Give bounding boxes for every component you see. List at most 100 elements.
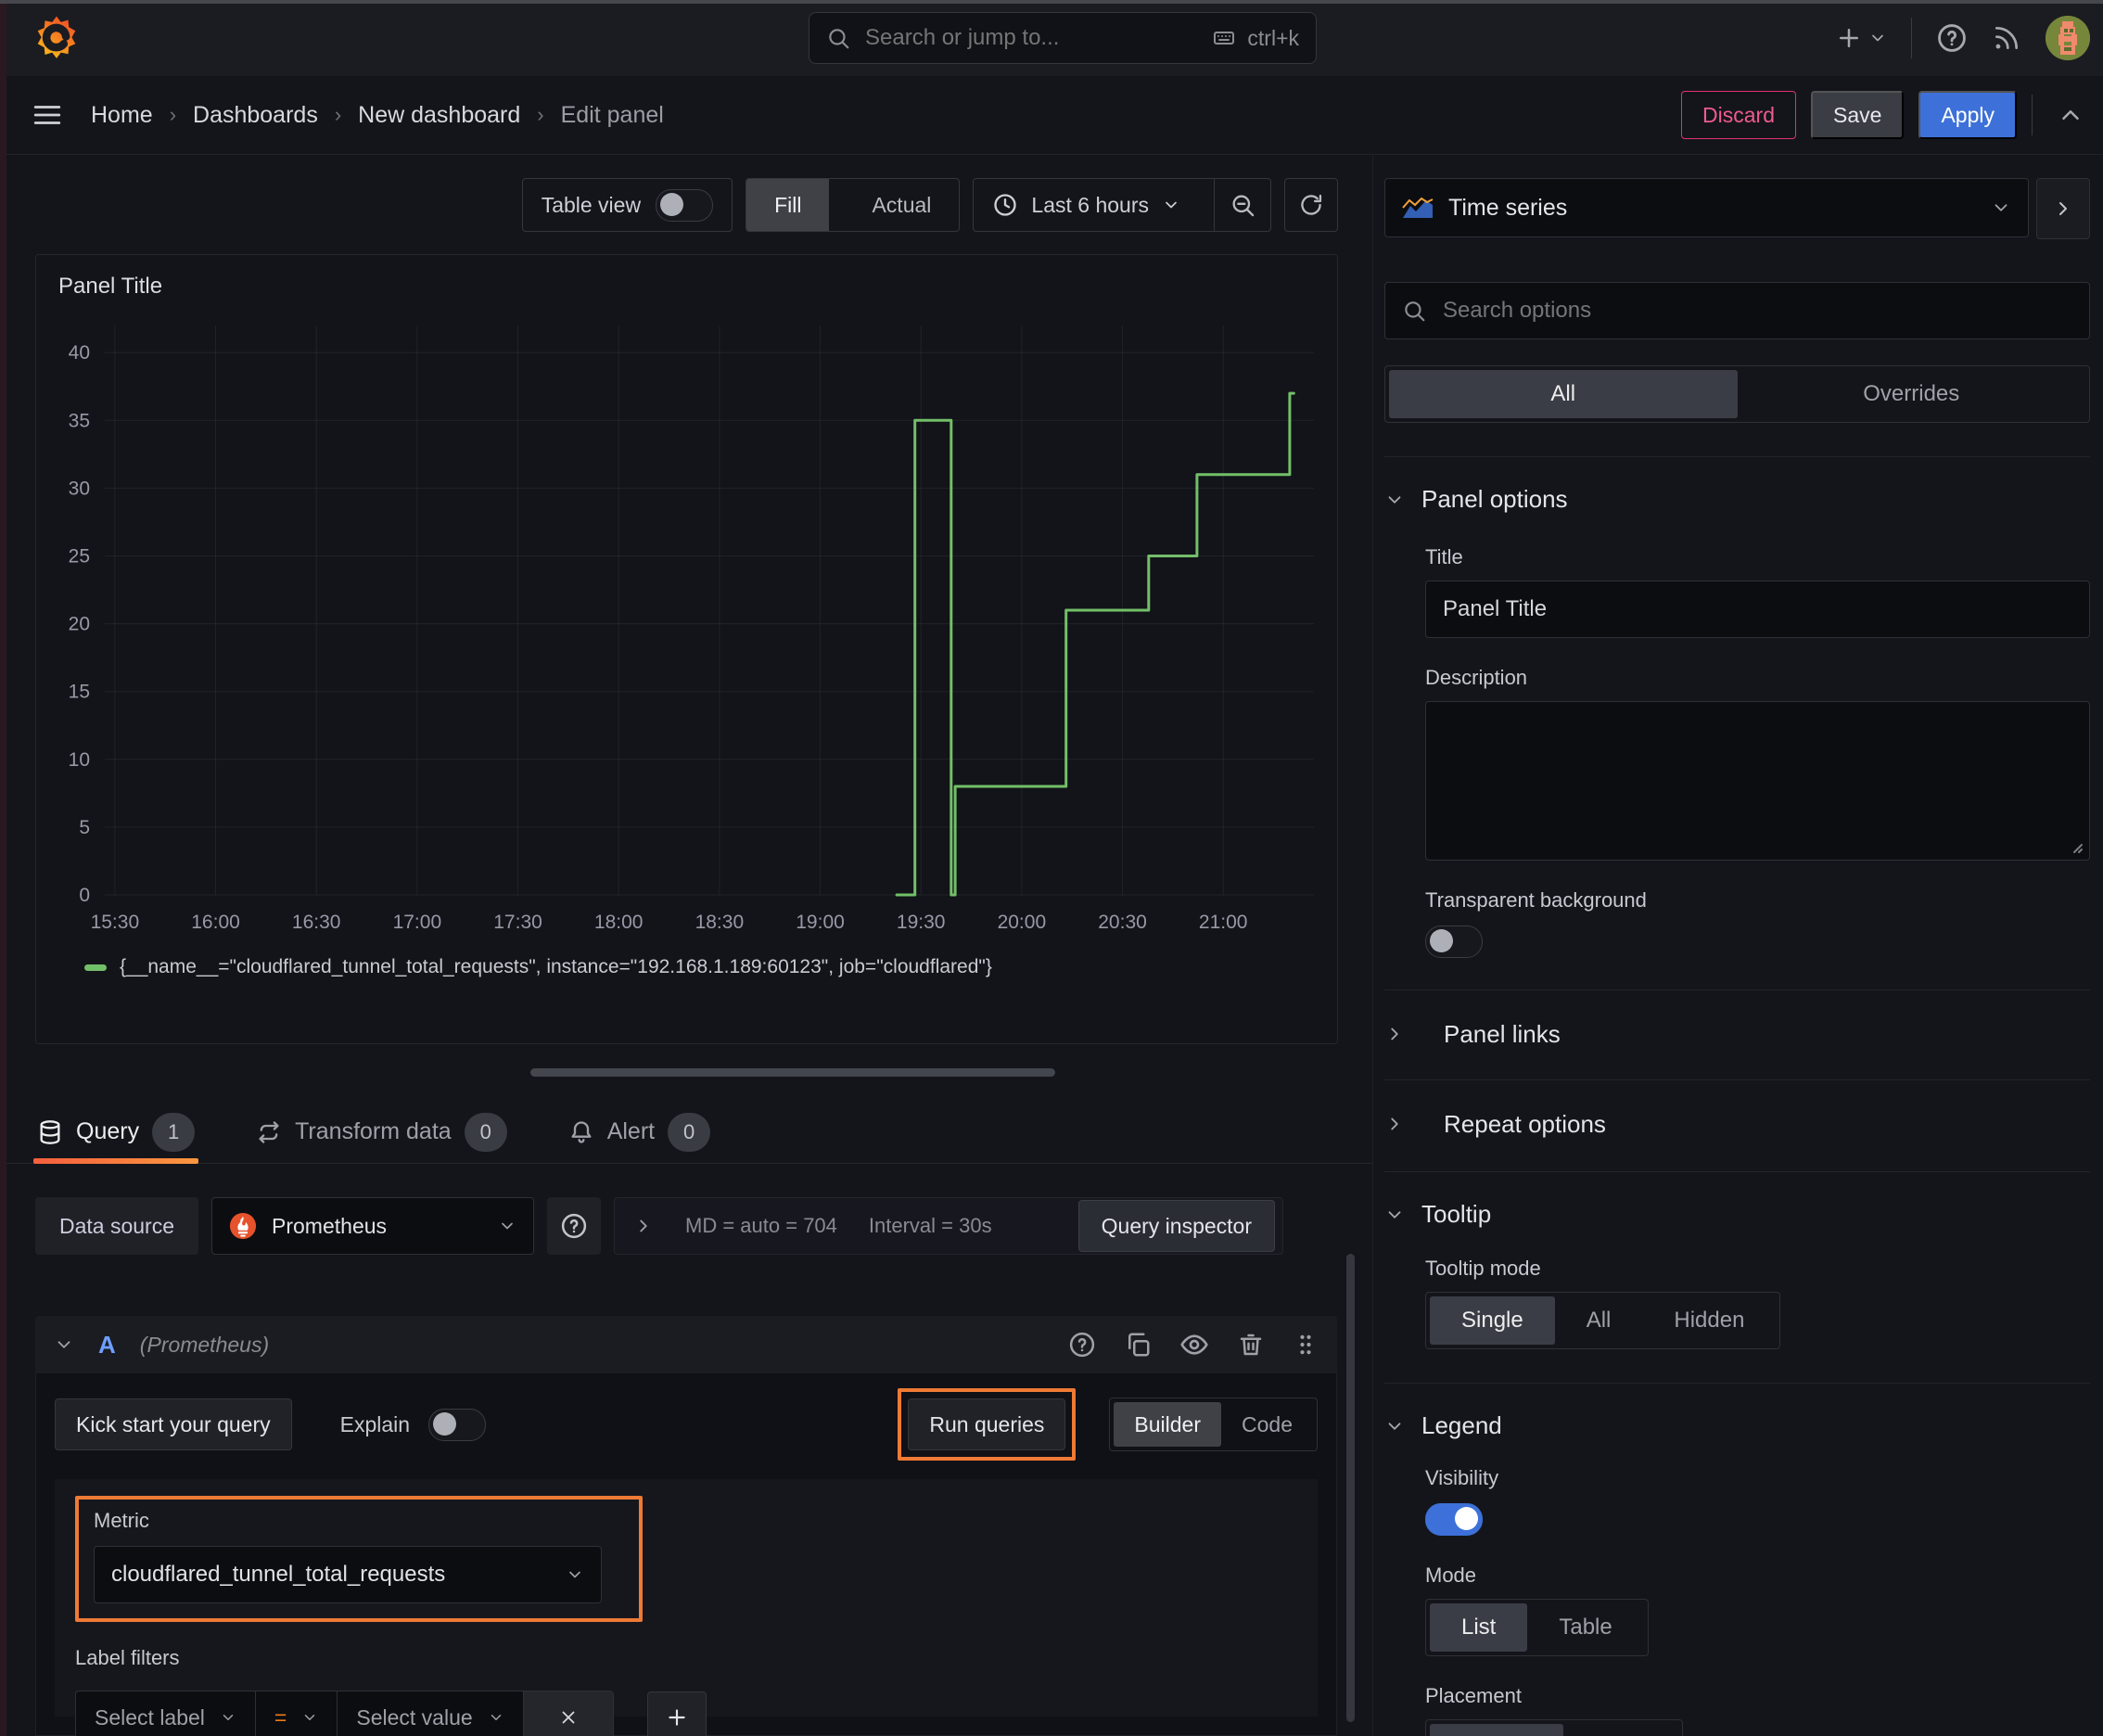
database-icon [40,1119,60,1144]
hide-response-eye-icon[interactable] [1179,1330,1209,1359]
menu-toggle-button[interactable] [32,99,63,131]
legend-mode-list[interactable]: List [1430,1603,1528,1652]
datasource-help-button[interactable] [547,1197,602,1255]
tooltip-mode-hidden[interactable]: Hidden [1642,1296,1776,1345]
legend-mode-table[interactable]: Table [1527,1603,1643,1652]
options-search-input[interactable] [1441,297,2072,325]
tooltip-header[interactable]: Tooltip [1384,1200,2090,1229]
viz-suggestions-button[interactable] [2036,178,2090,239]
panel-options-header[interactable]: Panel options [1384,485,2090,514]
svg-text:16:30: 16:30 [292,912,341,933]
label-filters-label: Label filters [75,1646,180,1669]
tab-transform-data[interactable]: Transform data 0 [252,1101,511,1163]
fill-actual-segmented: Fill Actual [746,178,961,232]
legend-placement-segmented: Bottom Right [1425,1719,1684,1736]
topbar-divider [1911,18,1912,58]
query-area-scrollbar[interactable] [1346,1254,1355,1722]
svg-text:30: 30 [69,478,90,499]
legend-title: Legend [1421,1411,1502,1439]
chart-legend[interactable]: {__name__="cloudflared_tunnel_total_requ… [84,956,1320,978]
select-value-placeholder: Select value [356,1704,473,1730]
svg-text:20:30: 20:30 [1098,912,1147,933]
legend-visibility-toggle[interactable] [1425,1503,1483,1536]
table-view-control: Table view [521,178,733,232]
query-inspector-button[interactable]: Query inspector [1077,1200,1276,1252]
svg-text:0: 0 [79,885,90,906]
tab-query[interactable]: Query 1 [33,1101,199,1164]
legend-header[interactable]: Legend [1384,1411,2090,1440]
keyboard-icon [1214,32,1235,45]
actual-option[interactable]: Actual [844,179,959,231]
textarea-resize-grip-icon[interactable] [2069,839,2084,854]
kick-start-query-button[interactable]: Kick start your query [55,1398,292,1450]
refresh-button[interactable] [1284,178,1338,232]
repeat-options-label: Repeat options [1444,1109,1606,1138]
apply-button[interactable]: Apply [1918,91,2017,139]
explain-toggle[interactable] [428,1408,487,1441]
tab-overrides[interactable]: Overrides [1738,370,2086,418]
tab-all-options[interactable]: All [1389,370,1738,418]
discard-button[interactable]: Discard [1681,91,1797,139]
datasource-picker[interactable]: Prometheus [211,1197,535,1255]
builder-code-segmented: Builder Code [1109,1398,1318,1451]
tooltip-mode-all[interactable]: All [1555,1296,1643,1345]
news-button[interactable] [1992,23,2021,53]
zoom-out-time-button[interactable] [1214,179,1270,231]
run-queries-button[interactable]: Run queries [908,1398,1066,1450]
panel-title: Panel Title [58,274,163,299]
table-view-toggle[interactable] [656,188,714,222]
panel-links-section[interactable]: Panel links [1384,989,2090,1048]
tooltip-mode-single[interactable]: Single [1430,1296,1555,1345]
metric-select[interactable]: cloudflared_tunnel_total_requests [94,1546,602,1603]
duplicate-query-icon[interactable] [1124,1331,1152,1359]
panel-description-textarea[interactable] [1425,701,2090,861]
add-filter-button[interactable] [646,1691,707,1736]
help-button[interactable] [1936,22,1968,54]
query-help-icon[interactable] [1068,1331,1096,1359]
panel-title-input[interactable] [1425,581,2090,638]
breadcrumb-new-dashboard[interactable]: New dashboard [358,102,520,129]
collapse-options-pane-button[interactable] [2057,101,2084,129]
legend-placement-right[interactable]: Right [1563,1724,1678,1736]
grafana-logo-icon[interactable] [33,14,80,62]
global-search-input[interactable] [863,24,1211,52]
split-resize-handle[interactable] [530,1068,1055,1077]
query-editor-area: Data source Prometheus MD = auto = 704 I… [0,1164,1372,1736]
query-row-header[interactable]: A (Prometheus) [35,1316,1337,1373]
chevron-right-icon[interactable] [633,1216,654,1236]
breadcrumb-separator: › [334,103,342,126]
repeat-options-section[interactable]: Repeat options [1384,1079,2090,1138]
breadcrumb-dashboards[interactable]: Dashboards [193,102,318,129]
remove-filter-button[interactable] [523,1691,613,1736]
save-button[interactable]: Save [1811,91,1905,139]
plus-icon [669,1709,685,1726]
tab-alert[interactable]: Alert 0 [565,1101,714,1163]
chevron-down-icon[interactable] [54,1334,74,1355]
breadcrumb-home[interactable]: Home [91,102,153,129]
options-search-box[interactable] [1384,282,2090,339]
explain-control: Explain [340,1408,487,1441]
bell-icon [571,1120,592,1143]
new-menu-button[interactable] [1835,24,1887,52]
select-value-dropdown[interactable]: Select value [338,1691,524,1736]
transparent-background-toggle[interactable] [1425,925,1483,958]
legend-placement-bottom[interactable]: Bottom [1430,1724,1564,1736]
visualization-picker[interactable]: Time series [1384,178,2029,237]
global-search-box[interactable]: ctrl+k [809,12,1317,64]
panel-preview-card: Panel Title 0 5 10 15 20 25 30 35 40 15:30 16:00 16… [35,254,1338,1044]
query-section-tabs: Query 1 Transform data 0 Alert 0 [0,1101,1372,1164]
transform-icon [259,1120,279,1143]
remove-query-trash-icon[interactable] [1237,1331,1265,1359]
time-series-chart[interactable]: 0 5 10 15 20 25 30 35 40 15:30 16:00 16:30 17:00 17:3… [53,300,1319,949]
run-queries-highlight-box: Run queries [898,1388,1077,1461]
chevron-right-icon [2059,202,2067,215]
select-label-dropdown[interactable]: Select label [76,1691,256,1736]
code-option[interactable]: Code [1221,1402,1313,1447]
fill-option[interactable]: Fill [746,179,830,231]
operator-dropdown[interactable]: = [256,1691,338,1736]
svg-text:19:00: 19:00 [796,912,845,933]
builder-option[interactable]: Builder [1114,1402,1222,1447]
user-avatar[interactable] [2046,16,2090,60]
drag-handle-icon[interactable] [1293,1332,1319,1358]
time-range-picker[interactable]: Last 6 hours [974,179,1199,231]
